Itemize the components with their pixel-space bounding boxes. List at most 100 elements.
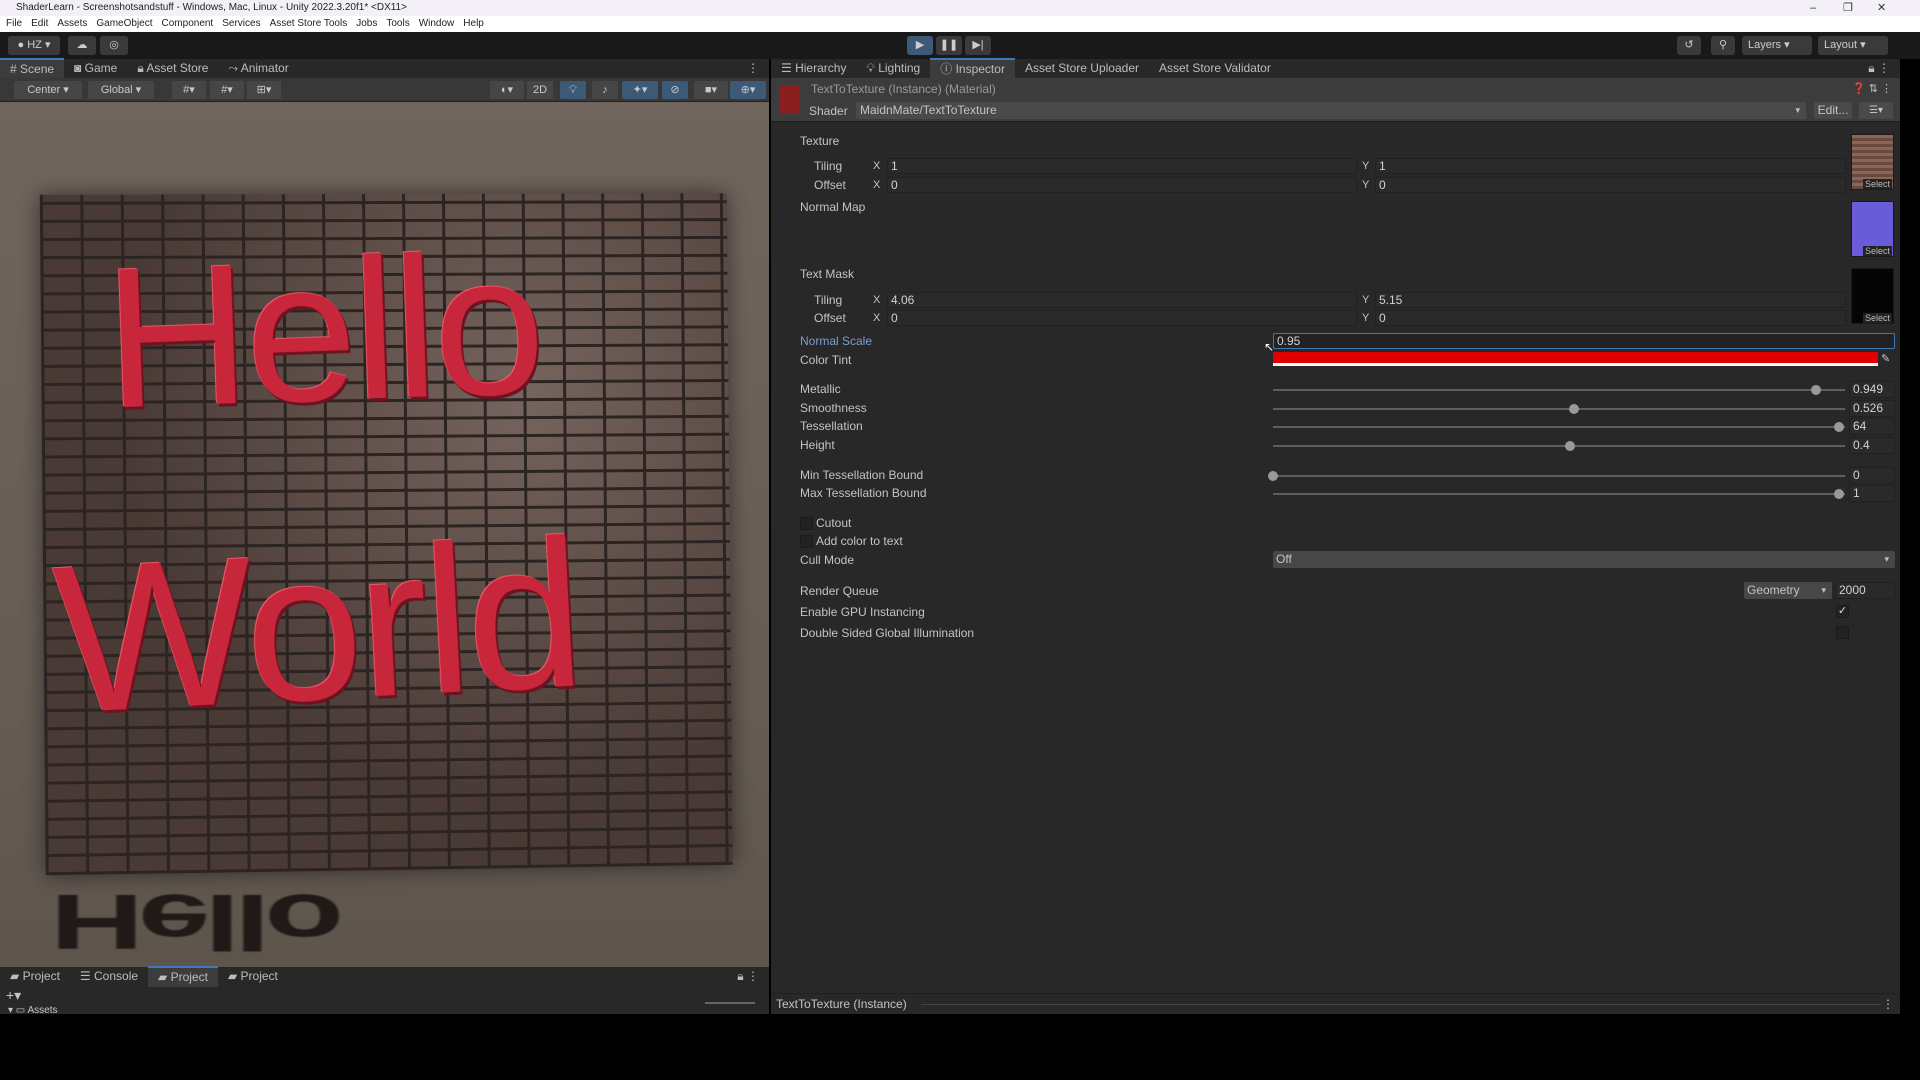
tab-lighting[interactable]: 💡︎ Lighting (856, 59, 930, 78)
space-dropdown[interactable]: Global ▾ (88, 81, 154, 99)
min-tessellation-bound-slider-thumb[interactable] (1268, 471, 1278, 481)
texture-tiling-y-field[interactable]: 1 (1375, 158, 1846, 174)
mask-offset-x-field[interactable]: 0 (887, 310, 1357, 326)
history-icon[interactable]: ↺ (1677, 36, 1701, 55)
normal-map-slot[interactable]: Select (1851, 201, 1894, 257)
kebab-menu-icon[interactable]: ⋮ (737, 59, 769, 78)
normal-scale-field[interactable]: 0.95 (1273, 333, 1895, 349)
edit-shader-button[interactable]: Edit... (1814, 102, 1852, 119)
menu-file[interactable]: File (6, 16, 22, 32)
select-label[interactable]: Select (1862, 179, 1892, 189)
menu-edit[interactable]: Edit (31, 16, 48, 32)
smoothness-slider[interactable] (1273, 404, 1845, 414)
max-tessellation-bound-field[interactable]: 1 (1849, 485, 1895, 502)
tab-scene[interactable]: # Scene (0, 58, 65, 79)
menu-component[interactable]: Component (162, 16, 214, 32)
add-color-checkbox[interactable] (800, 535, 813, 548)
min-tessellation-bound-field[interactable]: 0 (1849, 467, 1895, 484)
metallic-field[interactable]: 0.949 (1849, 381, 1895, 398)
play-button[interactable]: ▶ (907, 36, 933, 55)
menu-services[interactable]: Services (222, 16, 260, 32)
tab-project-3[interactable]: ▰ Project (218, 967, 288, 986)
mask-tiling-y-field[interactable]: 5.15 (1375, 292, 1846, 308)
shader-dropdown[interactable]: MaidnMate/TextToTexture ▾ (856, 102, 1806, 119)
gizmos-icon[interactable]: ⊕▾ (730, 81, 766, 99)
smoothness-slider-thumb[interactable] (1568, 404, 1579, 414)
close-button[interactable]: ✕ (1877, 0, 1886, 16)
hidden-objects-icon[interactable]: ⊘ (662, 81, 688, 99)
menu-tools[interactable]: Tools (386, 16, 409, 32)
cull-mode-dropdown[interactable]: Off ▾ (1273, 551, 1895, 568)
eyedropper-icon[interactable]: ✎ (1881, 352, 1890, 365)
lock-icon[interactable]: 🔒︎ ⋮ (727, 967, 769, 986)
preview-menu-icon[interactable]: ⋮ (1882, 997, 1894, 1011)
camera-icon[interactable]: ■▾ (694, 81, 728, 99)
mask-tiling-x-field[interactable]: 4.06 (887, 292, 1357, 308)
tessellation-field[interactable]: 64 (1849, 418, 1895, 435)
menu-window[interactable]: Window (419, 16, 455, 32)
height-field[interactable]: 0.4 (1849, 437, 1895, 454)
tab-asset-store-validator[interactable]: Asset Store Validator (1149, 59, 1281, 78)
grid-snap-icon[interactable]: #▾ (172, 81, 206, 99)
mask-offset-y-field[interactable]: 0 (1375, 310, 1846, 326)
collab-icon[interactable]: ◎ (100, 36, 128, 55)
texture-slot[interactable]: Select (1851, 134, 1894, 190)
add-asset-button[interactable]: +▾ (6, 987, 21, 1004)
menu-help[interactable]: Help (463, 16, 484, 32)
tab-hierarchy[interactable]: ☰ Hierarchy (771, 59, 856, 78)
search-icon[interactable]: ⚲ (1711, 36, 1735, 55)
tab-console[interactable]: ☰ Console (70, 967, 148, 986)
menu-gameobject[interactable]: GameObject (96, 16, 152, 32)
maximize-button[interactable]: ❐ (1843, 0, 1853, 16)
shader-options-icon[interactable]: ☰▾ (1859, 102, 1893, 119)
menu-jobs[interactable]: Jobs (356, 16, 377, 32)
help-settings-icons[interactable]: ❓ ⇅ ⋮ (1852, 82, 1892, 95)
tab-project-2[interactable]: ▰ Project (148, 966, 218, 987)
effects-toggle-icon[interactable]: ✦▾ (622, 81, 658, 99)
min-tessellation-bound-slider[interactable] (1268, 471, 1845, 481)
tab-project-1[interactable]: ▰ Project (0, 967, 70, 986)
account-button[interactable]: ● HZ ▾ (8, 36, 60, 55)
metallic-slider[interactable] (1273, 385, 1845, 395)
select-label[interactable]: Select (1862, 313, 1892, 323)
texture-offset-x-field[interactable]: 0 (887, 177, 1357, 193)
max-tessellation-bound-slider[interactable] (1273, 489, 1845, 499)
minimize-button[interactable]: – (1810, 0, 1816, 16)
preview-footer[interactable]: TextToTexture (Instance) ⋮ (771, 993, 1900, 1014)
tessellation-slider[interactable] (1273, 422, 1845, 432)
texture-offset-y-field[interactable]: 0 (1375, 177, 1846, 193)
increment-snap-icon[interactable]: #▾ (210, 81, 244, 99)
color-tint-swatch[interactable] (1273, 352, 1878, 366)
cutout-checkbox[interactable] (800, 517, 813, 530)
render-queue-dropdown[interactable]: Geometry ▾ (1744, 582, 1832, 599)
scene-view[interactable]: Hello World Hello (0, 102, 769, 967)
lighting-toggle-icon[interactable]: 💡︎ (560, 81, 586, 99)
audio-toggle-icon[interactable]: ♪ (592, 81, 618, 99)
metallic-slider-thumb[interactable] (1810, 385, 1821, 395)
tab-inspector[interactable]: ⓘ Inspector (930, 58, 1015, 79)
menu-assets[interactable]: Assets (57, 16, 87, 32)
double-sided-gi-checkbox[interactable] (1836, 626, 1849, 639)
toggle-2d-button[interactable]: 2D (527, 81, 553, 99)
draw-mode-icon[interactable]: ◐▾ (490, 81, 524, 99)
menu-asset-store-tools[interactable]: Asset Store Tools (270, 16, 348, 32)
pause-button[interactable]: ❚❚ (936, 36, 962, 55)
smoothness-field[interactable]: 0.526 (1849, 400, 1895, 417)
tab-game[interactable]: ◙ Game (64, 59, 127, 78)
ruler-icon[interactable]: ⊞▾ (247, 81, 281, 99)
select-label[interactable]: Select (1862, 246, 1892, 256)
step-button[interactable]: ▶| (965, 36, 991, 55)
gpu-instancing-checkbox[interactable]: ✓ (1836, 605, 1849, 618)
height-slider[interactable] (1273, 441, 1845, 451)
render-queue-field[interactable]: 2000 (1835, 582, 1895, 599)
lock-icon[interactable]: 🔒︎ ⋮ (1858, 59, 1900, 78)
assets-tree-item[interactable]: ▾ ▭ Assets (8, 1005, 58, 1016)
icon-size-slider[interactable] (705, 1002, 755, 1004)
tab-animator[interactable]: ⤳ Animator (218, 59, 298, 78)
pivot-dropdown[interactable]: Center ▾ (14, 81, 82, 99)
layers-dropdown[interactable]: Layers ▾ (1742, 36, 1812, 55)
cloud-icon[interactable]: ☁ (68, 36, 96, 55)
tab-asset-store-uploader[interactable]: Asset Store Uploader (1015, 59, 1149, 78)
text-mask-slot[interactable]: Select (1851, 268, 1894, 324)
texture-tiling-x-field[interactable]: 1 (887, 158, 1357, 174)
